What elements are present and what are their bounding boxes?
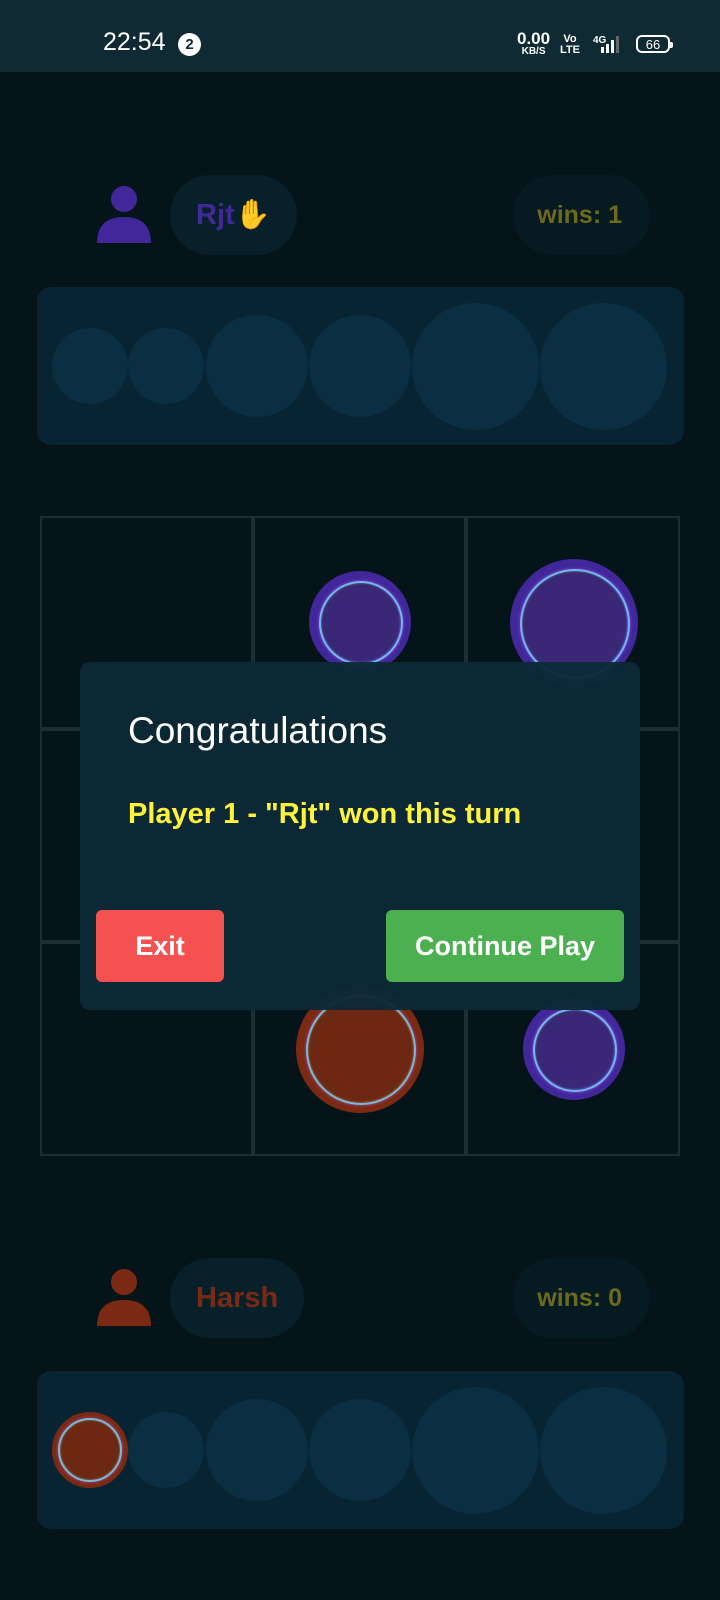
network-speed-unit: KB/S [521,46,546,57]
battery-icon: 66 [636,35,673,53]
network-speed: 0.00 KB/S [517,30,550,57]
tray-slot[interactable] [540,1387,667,1514]
player-top-wins: wins: 1 [513,175,650,255]
player-top-tray [37,287,684,445]
tray-slot[interactable] [309,1399,411,1501]
player-bottom-name: Harsh [170,1258,305,1338]
dialog-title: Congratulations [128,710,388,751]
exit-button[interactable]: Exit [96,910,224,982]
volte-bottom: LTE [560,44,580,56]
tray-slot[interactable] [412,1387,539,1514]
win-dialog: Congratulations Player 1 - "Rjt" won thi… [80,662,640,1010]
tray-slot[interactable] [128,1412,204,1488]
player2-tray-piece[interactable] [52,1412,128,1488]
status-bar: 22:54 2 0.00 KB/S Vo LTE 4G 66 [0,0,720,72]
continue-play-button[interactable]: Continue Play [386,910,624,982]
tray-slot[interactable] [206,1399,308,1501]
person-icon [97,186,151,243]
tray-slot[interactable] [206,315,308,417]
status-time: 22:54 [103,28,166,56]
battery-level: 66 [645,36,661,52]
tray-slot[interactable] [52,328,128,404]
player-top-name: Rjt✋ [170,175,297,255]
tray-slot[interactable] [540,303,667,430]
notification-badge: 2 [178,33,201,56]
network-type: 4G [593,35,607,46]
tray-slot[interactable] [309,315,411,417]
network-speed-value: 0.00 [517,29,551,48]
signal-icon: 4G [593,35,619,53]
dialog-message: Player 1 - "Rjt" won this turn [128,798,522,830]
player1-piece[interactable] [523,998,625,1100]
player1-piece[interactable] [309,571,411,673]
player-bottom-wins: wins: 0 [513,1258,650,1338]
player-top-row: Rjt✋ wins: 1 [0,175,720,255]
player-bottom-row: Harsh wins: 0 [0,1258,720,1338]
volte-icon: Vo LTE [560,34,580,56]
person-icon [97,1269,151,1326]
tray-slot[interactable] [412,303,539,430]
tray-slot[interactable] [128,328,204,404]
player-bottom-tray [37,1371,684,1529]
